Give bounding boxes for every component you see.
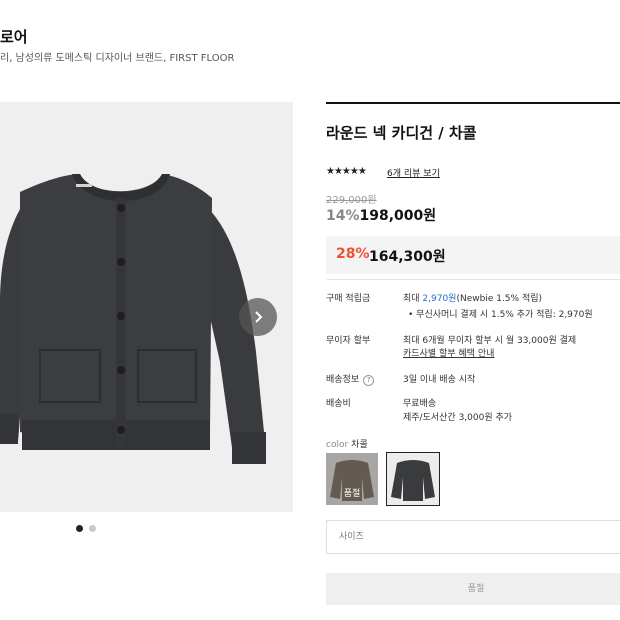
review-link[interactable]: 6개 리뷰 보기 <box>387 166 440 179</box>
rating-stars: ★★★★★ <box>326 166 367 177</box>
product-title: 라운드 넥 카디건 / 차콜 <box>326 124 477 142</box>
shipping-info-value: 3일 이내 배송 시작 <box>403 375 476 385</box>
divider <box>326 279 620 280</box>
installment-label: 무이자 할부 <box>326 336 371 346</box>
member-discount-rate: 28% <box>336 246 370 262</box>
member-price-box: 28% 164,300원 <box>326 236 620 274</box>
color-selected-value: 차콜 <box>351 440 368 450</box>
shipping-fee-label: 배송비 <box>326 399 351 409</box>
shipping-info-label: 배송정보? <box>326 372 375 386</box>
points-sub: • 무신사머니 결제 시 1.5% 추가 적립: 2,970원 <box>408 310 593 320</box>
member-price: 164,300원 <box>369 249 446 265</box>
installment-value: 최대 6개월 무이자 할부 시 월 33,000원 결제 <box>403 336 577 346</box>
gallery-next-button[interactable] <box>239 298 277 336</box>
size-select[interactable]: 사이즈 <box>326 520 620 554</box>
brand-title: 로어 <box>0 28 28 46</box>
discount-price: 198,000원 <box>359 208 437 224</box>
gallery-dot-1[interactable] <box>76 525 83 532</box>
brand-description: 리, 남성의류 도메스틱 디자이너 브랜드, FIRST FLOOR <box>0 53 235 64</box>
color-swatch-brown[interactable]: 품절 <box>326 453 378 505</box>
discount-rate: 14% <box>326 208 360 224</box>
points-amount: 2,970원 <box>422 294 457 304</box>
points-label: 구매 적립금 <box>326 294 371 304</box>
points-value: 최대 2,970원(Newbie 1.5% 적립) <box>403 294 543 304</box>
original-price: 229,000원 <box>326 195 377 206</box>
info-top-divider <box>326 102 620 104</box>
bullet-icon: • <box>408 310 417 320</box>
shipping-fee-sub: 제주/도서산간 3,000원 추가 <box>403 413 513 423</box>
gallery-pagination <box>76 525 96 532</box>
installment-link[interactable]: 카드사별 할부 혜택 안내 <box>403 346 494 359</box>
gallery-dot-2[interactable] <box>89 525 96 532</box>
chevron-right-icon <box>255 311 263 323</box>
sold-out-label: 품절 <box>343 489 361 499</box>
help-icon[interactable]: ? <box>363 375 375 386</box>
color-label: color 차콜 <box>326 440 368 450</box>
sold-out-button[interactable]: 품절 <box>326 573 620 605</box>
color-swatch-charcoal[interactable] <box>386 452 440 506</box>
charcoal-cardigan-thumb <box>387 453 439 505</box>
shipping-fee-value: 무료배송 <box>403 399 437 409</box>
discount-price-row: 14%198,000원 <box>326 205 436 225</box>
